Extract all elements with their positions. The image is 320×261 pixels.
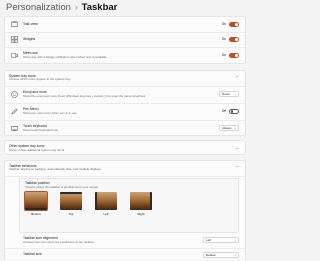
meet-now-toggle[interactable]: [229, 52, 239, 58]
taskbar-items-card: Task view On Widgets On Meet now Show ap…: [4, 16, 246, 64]
position-option-left[interactable]: [95, 192, 117, 210]
section-title: Other system tray icons: [9, 143, 45, 148]
setting-row-pen-menu[interactable]: Pen Menu Show pen menu icon when pen is …: [5, 103, 245, 119]
dropdown-value: Default: [206, 252, 216, 257]
toggle-state-text: Off: [221, 109, 226, 113]
setting-description: Show pen menu icon when pen is in use: [23, 110, 77, 115]
chevron-up-icon[interactable]: ⌃: [236, 165, 239, 170]
chevron-down-icon: ⌄: [233, 238, 237, 242]
position-label: Right: [137, 212, 145, 216]
pen-menu-toggle[interactable]: [229, 108, 239, 114]
meet-now-icon: [11, 52, 18, 58]
toggle-state-text: On: [221, 22, 226, 26]
taskbar-position-panel: Taskbar position Choose where the taskba…: [19, 178, 239, 233]
setting-description: Show the emoji and more flyout (Windows …: [23, 93, 146, 98]
chevron-down-icon: ⌄: [233, 92, 237, 96]
taskbar-behaviors-card: Taskbar behaviors Taskbar alignment, bad…: [4, 160, 246, 260]
task-view-toggle[interactable]: [229, 21, 239, 27]
page-title: Taskbar: [81, 2, 118, 13]
setting-row-icon-alignment[interactable]: Taskbar icon alignment Choose how your i…: [5, 233, 245, 247]
setting-row-task-view[interactable]: Task view On: [5, 17, 245, 31]
breadcrumb-separator: ›: [74, 3, 78, 12]
divider: [5, 175, 245, 177]
setting-row-taskbar-size[interactable]: Taskbar size Default ⌄: [5, 248, 245, 261]
setting-row-emoji[interactable]: Emoji and more Show the emoji and more f…: [5, 86, 245, 102]
position-option-right[interactable]: [130, 192, 152, 210]
setting-description: Show app with a badge notification when …: [23, 54, 107, 59]
dropdown-value: Always: [222, 126, 232, 130]
setting-description: Choose where the taskbar is positioned o…: [25, 184, 99, 189]
touch-keyboard-dropdown[interactable]: Always ⌄: [219, 125, 239, 131]
taskbar-behaviors-header[interactable]: Taskbar behaviors Taskbar alignment, bad…: [5, 161, 245, 175]
setting-description: Choose how your icons are positioned on …: [23, 239, 94, 244]
setting-label: Task view: [23, 22, 38, 26]
toggle-state-text: On: [221, 37, 226, 41]
emoji-icon: [11, 90, 18, 98]
position-label: Top: [68, 212, 74, 216]
section-description: Show or hide additional system tray icon…: [9, 147, 65, 152]
widgets-toggle[interactable]: [229, 36, 239, 42]
setting-label: Taskbar size: [23, 252, 42, 256]
position-option-bottom[interactable]: [23, 190, 49, 212]
section-description: Choose which icons appear in the system …: [9, 77, 71, 81]
position-label: Bottom: [31, 212, 41, 216]
breadcrumb-parent[interactable]: Personalization: [6, 2, 71, 13]
system-tray-card: System tray icons Choose which icons app…: [4, 70, 246, 136]
breadcrumb: Personalization › Taskbar: [6, 2, 117, 14]
task-view-icon: [11, 20, 18, 27]
chevron-down-icon: ⌄: [233, 252, 237, 257]
alignment-dropdown[interactable]: Left ⌄: [203, 237, 239, 243]
dropdown-value: Never: [222, 92, 231, 96]
size-dropdown[interactable]: Default ⌄: [203, 251, 239, 258]
widgets-icon: [11, 35, 18, 43]
other-tray-card[interactable]: Other system tray icons Show or hide add…: [4, 140, 246, 155]
setting-row-touch-keyboard[interactable]: Touch keyboard Show touch keyboard icon …: [5, 120, 245, 136]
chevron-up-icon[interactable]: ⌃: [236, 75, 239, 80]
setting-label: Widgets: [23, 37, 36, 41]
setting-row-widgets[interactable]: Widgets On: [5, 32, 245, 46]
toggle-state-text: On: [221, 53, 226, 57]
position-label: Left: [103, 212, 109, 216]
keyboard-icon: [11, 125, 18, 131]
emoji-dropdown[interactable]: Never ⌄: [219, 91, 239, 97]
system-tray-header[interactable]: System tray icons Choose which icons app…: [5, 71, 245, 85]
pen-icon: [11, 108, 18, 115]
position-option-top[interactable]: [60, 192, 82, 210]
setting-description: Show touch keyboard icon: [23, 127, 59, 132]
chevron-down-icon: ⌄: [233, 126, 237, 130]
dropdown-value: Left: [206, 238, 212, 242]
chevron-down-icon[interactable]: ⌄: [236, 145, 239, 150]
setting-row-meet-now[interactable]: Meet now Show app with a badge notificat…: [5, 47, 245, 64]
section-description: Taskbar alignment, badging, automaticall…: [9, 167, 101, 171]
